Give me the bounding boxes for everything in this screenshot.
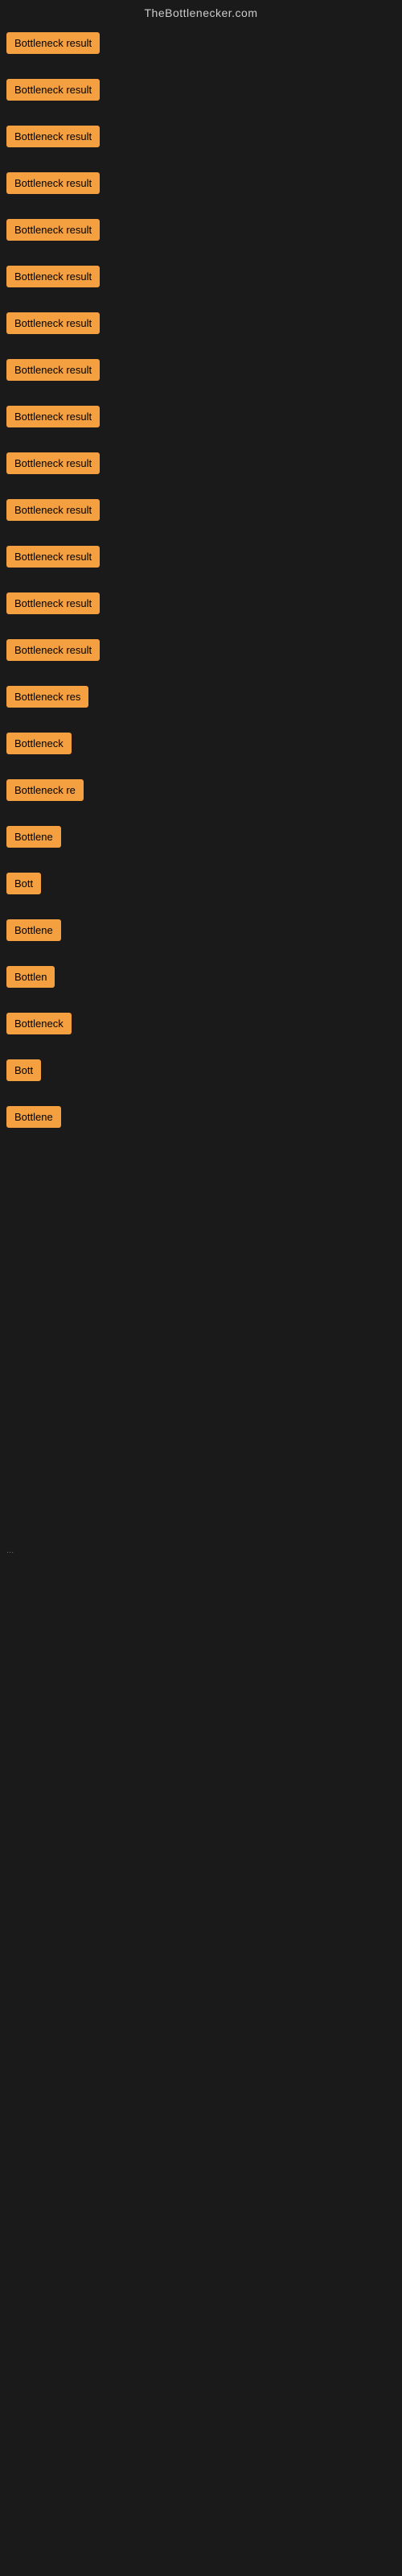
bottleneck-badge[interactable]: Bottleneck result [6,452,100,474]
list-item[interactable]: Bottlen [6,966,396,992]
list-item[interactable]: Bottleneck result [6,32,396,58]
bottleneck-badge[interactable]: Bottleneck result [6,359,100,381]
bottleneck-badge[interactable]: Bottleneck result [6,266,100,287]
bottleneck-badge[interactable]: Bottleneck result [6,592,100,614]
bottleneck-badge[interactable]: Bottleneck result [6,406,100,427]
bottleneck-badge[interactable]: Bottleneck re [6,779,84,801]
list-item[interactable]: Bottleneck re [6,779,396,805]
list-item[interactable]: Bottleneck result [6,499,396,525]
list-item[interactable]: Bottleneck result [6,219,396,245]
list-item[interactable]: Bott [6,1059,396,1085]
bottleneck-badge[interactable]: Bottleneck [6,733,72,754]
bottleneck-badge[interactable]: Bottleneck result [6,79,100,101]
bottleneck-badge[interactable]: Bottleneck result [6,312,100,334]
list-item[interactable]: Bottleneck result [6,126,396,151]
list-item[interactable]: Bottleneck result [6,312,396,338]
list-item[interactable]: Bottleneck result [6,359,396,385]
list-item[interactable]: Bottleneck result [6,639,396,665]
list-item[interactable]: Bottlene [6,826,396,852]
bottleneck-badge[interactable]: Bottleneck result [6,546,100,568]
list-item[interactable]: Bottleneck result [6,406,396,431]
list-item[interactable]: Bottleneck result [6,452,396,478]
bottleneck-badge[interactable]: Bottleneck result [6,499,100,521]
bottleneck-badge[interactable]: Bottleneck result [6,32,100,54]
bottleneck-badge[interactable]: Bottlen [6,966,55,988]
list-item[interactable]: Bottleneck result [6,79,396,105]
bottleneck-badge[interactable]: Bottlene [6,919,61,941]
bottleneck-badge[interactable]: Bottleneck result [6,219,100,241]
bottleneck-badge[interactable]: Bott [6,1059,41,1081]
list-item[interactable]: Bottleneck result [6,266,396,291]
list-item[interactable]: Bottleneck result [6,592,396,618]
list-item[interactable]: Bottlene [6,1106,396,1132]
list-item[interactable]: Bottleneck result [6,546,396,572]
bottleneck-badge[interactable]: Bottleneck result [6,172,100,194]
site-header: TheBottlenecker.com [0,0,402,29]
bottleneck-badge[interactable]: Bott [6,873,41,894]
list-item[interactable]: Bott [6,873,396,898]
list-item[interactable]: Bottleneck [6,733,396,758]
bottleneck-badge[interactable]: Bottleneck result [6,126,100,147]
dots-indicator: ... [0,1542,402,1558]
site-title: TheBottlenecker.com [144,6,257,19]
bottleneck-badge[interactable]: Bottlene [6,1106,61,1128]
bottleneck-badge[interactable]: Bottleneck res [6,686,88,708]
list-item[interactable]: Bottleneck result [6,172,396,198]
bottleneck-badge[interactable]: Bottleneck result [6,639,100,661]
list-item[interactable]: Bottlene [6,919,396,945]
list-item[interactable]: Bottleneck res [6,686,396,712]
bottleneck-badge[interactable]: Bottleneck [6,1013,72,1034]
list-item[interactable]: Bottleneck [6,1013,396,1038]
bottleneck-list: Bottleneck result Bottleneck result Bott… [0,29,402,1140]
bottleneck-badge[interactable]: Bottlene [6,826,61,848]
